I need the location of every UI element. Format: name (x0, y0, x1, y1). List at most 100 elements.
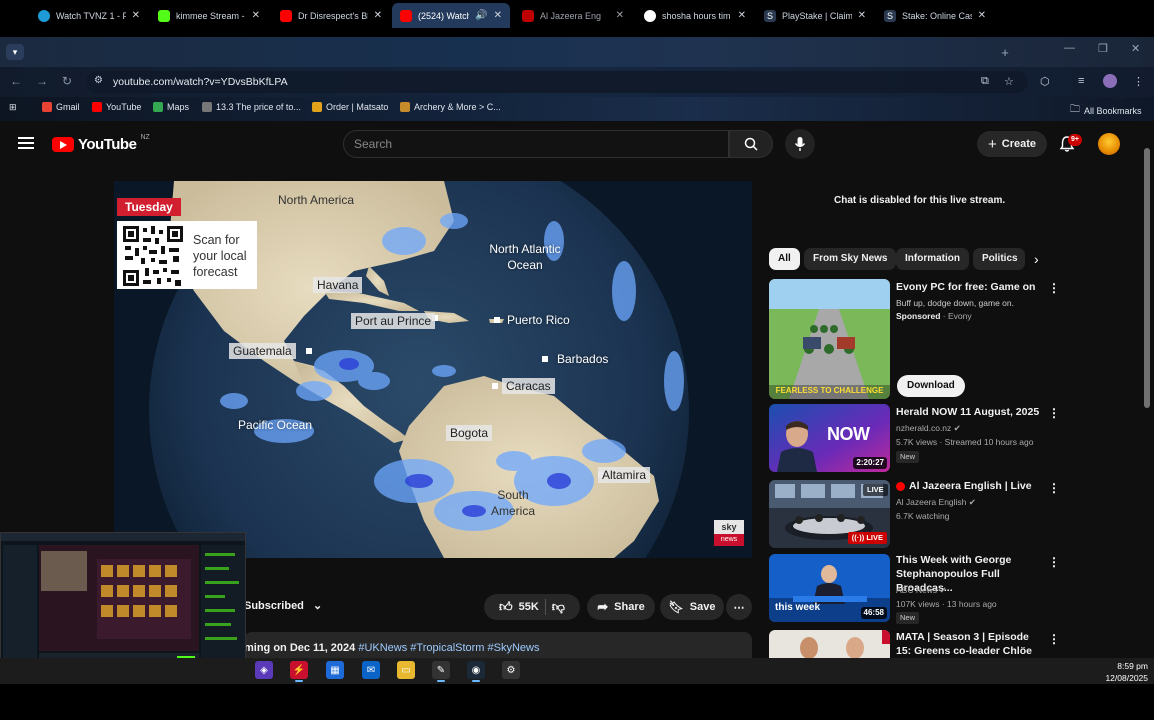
tab-aljazeera[interactable]: Al Jazeera Eng ✕ (514, 3, 632, 28)
close-icon[interactable]: ✕ (494, 10, 502, 21)
tab-google-search[interactable]: shosha hours tim ✕ (636, 3, 754, 28)
account-avatar[interactable] (1098, 133, 1120, 155)
profile-avatar[interactable] (1103, 74, 1117, 88)
rec-thumbnail[interactable]: LIVE ((·)) LIVE (769, 480, 890, 548)
clock-time: 8:59 pm (1117, 661, 1148, 671)
chip-from-sky-news[interactable]: From Sky News (804, 248, 897, 270)
bookmark-price[interactable]: 13.3 The price of to... (202, 102, 301, 112)
subscribed-button[interactable]: Subscribed ⌄ (244, 599, 322, 612)
rec-title[interactable]: Al Jazeera English | Live (896, 479, 1042, 493)
close-icon[interactable]: ✕ (978, 10, 986, 21)
sky-logo-bottom: news (714, 534, 744, 546)
more-actions-button[interactable]: ⋯ (726, 594, 752, 620)
chip-politics[interactable]: Politics (973, 248, 1025, 270)
site-info-icon[interactable]: ⚙ (94, 75, 103, 86)
rec-thumbnail[interactable]: this week 46:58 (769, 554, 890, 622)
thumbs-up-icon: 👍︎ (499, 599, 513, 614)
new-tab-button[interactable]: + (996, 44, 1014, 60)
rec-title[interactable]: MATA | Season 3 | Episode 15: Greens co-… (896, 630, 1042, 658)
voice-search-button[interactable] (785, 129, 815, 159)
extensions-icon[interactable]: ⬡ (1040, 75, 1050, 88)
close-icon[interactable]: ✕ (616, 10, 624, 21)
apps-icon[interactable]: ⊞ (9, 102, 17, 113)
close-icon[interactable]: ✕ (738, 10, 746, 21)
share-button[interactable]: ➦ Share (587, 594, 655, 620)
more-vert-icon[interactable]: ⋮ (1048, 555, 1060, 569)
file-explorer-icon[interactable]: ▭ (397, 661, 415, 679)
close-icon[interactable]: ✕ (132, 10, 140, 21)
minimize-icon[interactable]: — (1064, 42, 1075, 54)
forward-icon[interactable]: → (36, 74, 48, 88)
close-icon[interactable]: ✕ (252, 10, 260, 21)
tab-stake[interactable]: S Stake: Online Cas ✕ (876, 3, 994, 28)
chip-all[interactable]: All (769, 248, 800, 270)
tab-tvnz[interactable]: Watch TVNZ 1 - Fr ✕ (30, 3, 148, 28)
description-hashtags[interactable]: #UKNews #TropicalStorm #SkyNews (358, 642, 539, 654)
more-vert-icon[interactable]: ⋮ (1048, 281, 1060, 295)
rec-title[interactable]: Herald NOW 11 August, 2025 (896, 405, 1042, 419)
dislike-button[interactable]: 👎︎ (552, 599, 565, 615)
bookmark-star-icon[interactable]: ☆ (1004, 75, 1014, 88)
system-clock[interactable]: 8:59 pm 12/08/2025 (1100, 660, 1148, 684)
bookmark-archery[interactable]: Archery & More > C... (400, 102, 501, 112)
steam-icon[interactable]: ◉ (467, 661, 485, 682)
search-button[interactable] (729, 130, 773, 158)
tab-kick[interactable]: kimmee Stream - ✕ (150, 3, 268, 28)
download-button[interactable]: Download (897, 375, 965, 397)
scrollbar-thumb[interactable] (1144, 148, 1150, 408)
maximize-icon[interactable]: ❐ (1098, 42, 1108, 55)
settings-gear-icon[interactable]: ⚙ (502, 661, 520, 679)
kick-icon (158, 9, 170, 22)
search-input[interactable] (343, 130, 729, 158)
all-bookmarks[interactable]: 🗀 All Bookmarks (1070, 102, 1142, 119)
back-icon[interactable]: ← (10, 74, 22, 88)
tab-youtube-watch[interactable]: (2524) Watch 🔊 ✕ (392, 3, 510, 28)
lightning-app-icon[interactable]: ⚡ (290, 661, 308, 682)
tab-title: PlayStake | Claim (782, 10, 852, 21)
install-app-icon[interactable]: ⧉ (981, 75, 989, 88)
create-button[interactable]: + Create (977, 131, 1047, 157)
tab-search-button[interactable]: ▾ (6, 44, 24, 60)
rec-channel[interactable]: ABC News ✔ (896, 584, 947, 596)
notification-count-badge: 9+ (1068, 134, 1082, 146)
bookmark-maps[interactable]: Maps (153, 102, 189, 112)
chip-information[interactable]: Information (896, 248, 969, 270)
more-vert-icon[interactable]: ⋮ (1048, 632, 1060, 646)
reload-icon[interactable]: ↻ (62, 74, 72, 88)
app-launcher-icon[interactable]: ◈ (255, 661, 273, 679)
bookmark-matsato[interactable]: Order | Matsato (312, 102, 388, 112)
pen-app-icon[interactable]: ✎ (432, 661, 450, 682)
like-button[interactable]: 👍︎ 55K (499, 599, 539, 615)
label-port-au-prince: Port au Prince (351, 313, 436, 329)
tab-playstake[interactable]: S PlayStake | Claim ✕ (756, 3, 874, 28)
save-button[interactable]: 🔖︎ Save (660, 594, 724, 620)
page-scrollbar[interactable] (1144, 138, 1150, 648)
speaker-icon[interactable]: 🔊 (475, 10, 487, 21)
store-icon[interactable]: ▦ (326, 661, 344, 679)
youtube-logo[interactable]: YouTube NZ (52, 134, 150, 153)
more-vert-icon[interactable]: ⋮ (1048, 481, 1060, 495)
rec-channel[interactable]: nzherald.co.nz ✔ (896, 422, 961, 434)
rec-title[interactable]: Evony PC for free: Game on (896, 280, 1042, 294)
browser-menu-icon[interactable]: ⋮ (1133, 75, 1144, 88)
close-icon[interactable]: ✕ (858, 10, 866, 21)
tvnz-icon (38, 9, 50, 22)
bookmark-gmail[interactable]: Gmail (42, 102, 80, 112)
channel-name: Al Jazeera English (896, 497, 967, 507)
tab-youtube-drdisrespect[interactable]: Dr Disrespect's Bl ✕ (272, 3, 390, 28)
close-icon[interactable]: ✕ (374, 10, 382, 21)
bookmark-label: Maps (167, 102, 190, 112)
outlook-icon[interactable]: ✉ (362, 661, 380, 679)
rec-thumbnail[interactable] (769, 630, 890, 658)
close-window-icon[interactable]: ✕ (1131, 42, 1140, 55)
more-vert-icon[interactable]: ⋮ (1048, 406, 1060, 420)
chevron-right-icon[interactable]: › (1034, 251, 1039, 267)
hamburger-menu-icon[interactable] (18, 137, 34, 150)
bookmark-youtube[interactable]: YouTube (92, 102, 141, 112)
rec-thumbnail[interactable]: NOW 2:20:27 (769, 404, 890, 472)
rec-channel[interactable]: Al Jazeera English ✔ (896, 496, 976, 508)
ad-thumbnail[interactable]: FEARLESS TO CHALLENGE (769, 279, 890, 399)
media-control-icon[interactable]: ≡ (1078, 75, 1084, 87)
share-icon: ➦ (597, 599, 609, 614)
url-text[interactable]: youtube.com/watch?v=YDvsBbKfLPA (113, 76, 288, 88)
